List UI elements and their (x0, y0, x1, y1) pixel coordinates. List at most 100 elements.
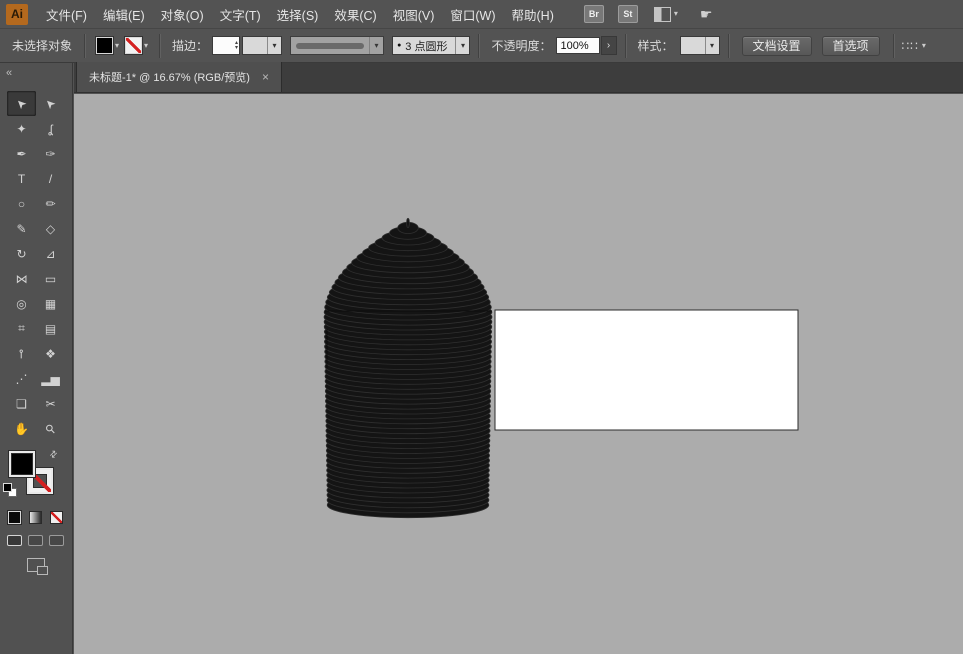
shape-builder-tool[interactable]: ◎ (7, 291, 36, 316)
preferences-button[interactable]: 首选项 (822, 36, 880, 56)
paintbrush-tool-icon: ✏ (45, 197, 55, 211)
dropdown-caret-button[interactable]: ▾ (455, 37, 469, 54)
magic-wand-tool[interactable]: ✦ (7, 116, 36, 141)
lasso-tool[interactable]: ʆ (36, 116, 65, 141)
default-fill-stroke-icon[interactable] (3, 483, 18, 496)
collapse-panel-button[interactable]: « (6, 67, 12, 79)
canvas-area[interactable] (74, 94, 963, 654)
workspace-switcher[interactable]: ▾ (654, 7, 678, 22)
mesh-tool[interactable]: ⌗ (7, 316, 36, 341)
menu-item[interactable]: 对象(O) (153, 1, 212, 28)
align-options-icon[interactable]: ∷∷ (902, 39, 919, 53)
width-tool[interactable]: ⋈ (7, 266, 36, 291)
menu-item[interactable]: 视图(V) (385, 1, 443, 28)
draw-behind-button[interactable] (28, 535, 43, 546)
close-icon[interactable]: × (262, 70, 269, 84)
pen-tool[interactable]: ✒ (7, 141, 36, 166)
chevron-down-icon[interactable]: ▾ (922, 42, 926, 50)
rotate-tool[interactable]: ↻ (7, 241, 36, 266)
none-button[interactable] (50, 511, 63, 524)
slice-tool[interactable]: ✂ (36, 391, 65, 416)
lasso-tool-icon: ʆ (48, 122, 52, 136)
selection-tool-icon: ➤ (13, 95, 30, 112)
br-badge[interactable]: Br (584, 5, 604, 23)
chevron-down-icon: ▾ (710, 42, 714, 50)
dropdown-caret-button[interactable]: ▾ (369, 37, 383, 54)
perspective-grid-tool[interactable]: ▦ (36, 291, 65, 316)
ellipse-tool-icon: ○ (18, 197, 25, 211)
menu-item[interactable]: 文字(T) (212, 1, 269, 28)
column-graph-tool[interactable]: ▂▅ (36, 366, 65, 391)
menu-item[interactable]: 效果(C) (326, 1, 384, 28)
direct-selection-tool[interactable]: ➤ (36, 91, 65, 116)
free-transform-tool[interactable]: ▭ (36, 266, 65, 291)
dropdown-caret-button[interactable]: ▾ (267, 37, 281, 54)
eyedropper-tool[interactable]: ⊸ (7, 341, 36, 366)
symbol-sprayer-tool[interactable]: ⋰ (7, 366, 36, 391)
brush-definition-dropdown[interactable]: ● 3 点圆形 ▾ (392, 36, 470, 55)
chevron-down-icon: ▾ (674, 10, 678, 18)
fill-color-control[interactable]: ▾ (96, 37, 119, 54)
document-tab-title: 未标题-1* @ 16.67% (RGB/预览) (89, 69, 250, 85)
chevron-down-icon[interactable]: ▾ (144, 42, 148, 50)
selection-tool[interactable]: ➤ (7, 91, 36, 116)
menu-item[interactable]: 编辑(E) (95, 1, 153, 28)
stroke-weight-dropdown[interactable]: ▾ (242, 36, 282, 55)
menu-item[interactable]: 窗口(W) (442, 1, 503, 28)
document-tab-bar: 未标题-1* @ 16.67% (RGB/预览) × (74, 63, 963, 93)
blend-tool-icon: ❖ (45, 347, 56, 361)
menu-item[interactable]: 帮助(H) (504, 1, 562, 28)
paintbrush-tool[interactable]: ✏ (36, 191, 65, 216)
artboard-tool[interactable]: ❏ (7, 391, 36, 416)
type-tool[interactable]: T (7, 166, 36, 191)
stepper-down-icon[interactable]: ▾ (235, 46, 238, 51)
eraser-tool[interactable]: ◇ (36, 216, 65, 241)
app-logo: Ai (6, 4, 28, 25)
canvas-svg[interactable] (74, 94, 963, 654)
opacity-options-button[interactable]: › (601, 36, 617, 55)
scale-tool-icon: ⊿ (45, 247, 55, 261)
fill-swatch[interactable] (9, 451, 35, 477)
document-tab[interactable]: 未标题-1* @ 16.67% (RGB/预览) × (76, 62, 282, 92)
curvature-tool[interactable]: ✑ (36, 141, 65, 166)
chevron-down-icon[interactable]: ▾ (115, 42, 119, 50)
style-dropdown[interactable]: ▾ (680, 36, 720, 55)
separator (478, 34, 479, 58)
draw-normal-button[interactable] (7, 535, 22, 546)
rotate-tool-icon: ↻ (16, 247, 26, 261)
pencil-tool-icon: ✎ (16, 222, 26, 236)
menu-item[interactable]: 文件(F) (38, 1, 95, 28)
color-button[interactable] (8, 511, 21, 524)
blend-shape-object[interactable] (324, 218, 492, 517)
blend-tool[interactable]: ❖ (36, 341, 65, 366)
width-profile-dropdown[interactable]: ▾ (290, 36, 384, 55)
gradient-button[interactable] (29, 511, 42, 524)
fill-stroke-indicator: ⇄ (0, 449, 73, 505)
document-setup-button[interactable]: 文档设置 (742, 36, 812, 56)
separator (84, 34, 85, 58)
st-badge[interactable]: St (618, 5, 638, 23)
menu-item[interactable]: 选择(S) (269, 1, 327, 28)
stepper-arrows-icon[interactable]: ▴ ▾ (235, 41, 239, 51)
zoom-tool[interactable]: ⚲ (36, 416, 65, 441)
white-rectangle[interactable] (495, 310, 798, 430)
line-segment-tool[interactable]: / (36, 166, 65, 191)
fill-color-swatch[interactable] (96, 37, 113, 54)
stroke-weight-stepper[interactable]: ▴ ▾ (212, 36, 240, 55)
illustrator-window: Ai 文件(F)编辑(E)对象(O)文字(T)选择(S)效果(C)视图(V)窗口… (0, 0, 963, 654)
pointer-hand-icon[interactable]: ☛ (700, 6, 713, 23)
column-graph-tool-icon: ▂▅ (41, 372, 59, 386)
opacity-input[interactable] (556, 37, 600, 54)
pencil-tool[interactable]: ✎ (7, 216, 36, 241)
gradient-tool[interactable]: ▤ (36, 316, 65, 341)
hand-tool[interactable]: ✋ (7, 416, 36, 441)
stroke-none-swatch[interactable] (125, 37, 142, 54)
scale-tool[interactable]: ⊿ (36, 241, 65, 266)
swap-fill-stroke-icon[interactable]: ⇄ (47, 448, 60, 461)
ellipse-tool[interactable]: ○ (7, 191, 36, 216)
draw-inside-button[interactable] (49, 535, 64, 546)
gradient-tool-icon: ▤ (45, 322, 56, 336)
stroke-color-control[interactable]: ▾ (125, 37, 148, 54)
screen-mode-button[interactable] (27, 558, 45, 572)
dropdown-caret-button[interactable]: ▾ (705, 37, 719, 54)
